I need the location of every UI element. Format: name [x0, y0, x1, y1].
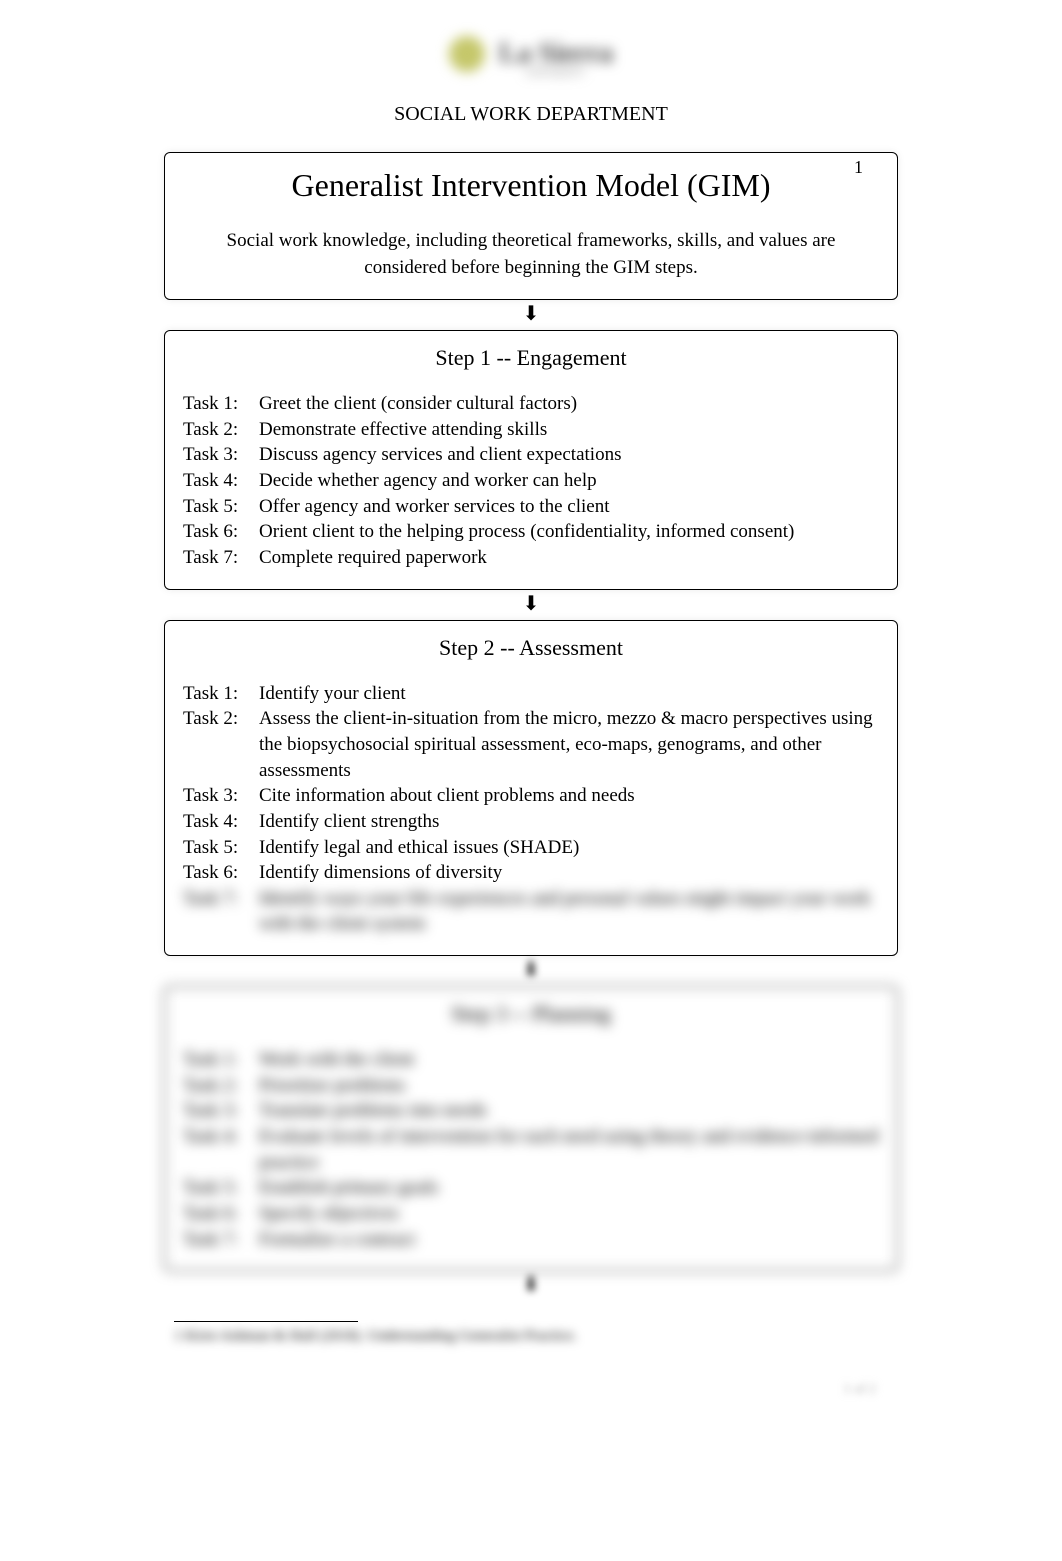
task-text: Identify client strengths: [259, 809, 879, 835]
task-text: Decide whether agency and worker can hel…: [259, 468, 879, 494]
task-label: Task 7:: [183, 886, 259, 937]
task-text: Cite information about client problems a…: [259, 783, 879, 809]
arrow-down-icon: ⬇: [156, 956, 906, 986]
task-row: Task 4:Evaluate levels of intervention f…: [183, 1124, 879, 1175]
task-text: Discuss agency services and client expec…: [259, 442, 879, 468]
task-row: Task 5:Offer agency and worker services …: [183, 494, 879, 520]
step-3-box: Step 3 -- Planning Task 1:Work with the …: [164, 986, 898, 1271]
task-text: Identify ways your life experiences and …: [259, 886, 879, 937]
arrow-down-icon: ⬇: [156, 590, 906, 620]
footnote-separator: [174, 1321, 358, 1322]
task-label: Task 2:: [183, 706, 259, 783]
task-label: Task 7:: [183, 1227, 259, 1253]
task-row: Task 2:Prioritize problems: [183, 1073, 879, 1099]
task-text: Evaluate levels of intervention for each…: [259, 1124, 879, 1175]
task-label: Task 5:: [183, 494, 259, 520]
task-label: Task 4:: [183, 468, 259, 494]
task-label: Task 6:: [183, 1201, 259, 1227]
task-row: Task 3:Cite information about client pro…: [183, 783, 879, 809]
task-label: Task 6:: [183, 860, 259, 886]
department-heading: SOCIAL WORK DEPARTMENT: [0, 103, 1062, 126]
task-text: Establish primary goals: [259, 1175, 879, 1201]
step-1-heading: Step 1 -- Engagement: [183, 345, 879, 371]
task-row: Task 5:Establish primary goals: [183, 1175, 879, 1201]
task-text: Work with the client: [259, 1047, 879, 1073]
step-3-heading: Step 3 -- Planning: [183, 1001, 879, 1027]
task-text: Demonstrate effective attending skills: [259, 417, 879, 443]
task-text: Specify objectives: [259, 1201, 879, 1227]
task-label: Task 1:: [183, 681, 259, 707]
task-row: Task 1:Greet the client (consider cultur…: [183, 391, 879, 417]
task-row: Task 6:Orient client to the helping proc…: [183, 519, 879, 545]
task-label: Task 3:: [183, 442, 259, 468]
task-text: Offer agency and worker services to the …: [259, 494, 879, 520]
task-text: Identify dimensions of diversity: [259, 860, 879, 886]
task-text: Orient client to the helping process (co…: [259, 519, 879, 545]
task-row: Task 1:Work with the client: [183, 1047, 879, 1073]
task-row: Task 2:Demonstrate effective attending s…: [183, 417, 879, 443]
step-2-box: Step 2 -- Assessment Task 1:Identify you…: [164, 620, 898, 956]
task-row: Task 3:Translate problems into needs: [183, 1098, 879, 1124]
task-row: Task 7:Identify ways your life experienc…: [183, 886, 879, 937]
footnote-text: 1 Kirst-Ashman & Hull (2018). Understand…: [0, 1328, 1062, 1345]
step-1-box: Step 1 -- Engagement Task 1:Greet the cl…: [164, 330, 898, 589]
task-label: Task 1:: [183, 391, 259, 417]
document-title: Generalist Intervention Model (GIM): [292, 167, 771, 204]
task-text: Identify your client: [259, 681, 879, 707]
step-2-heading: Step 2 -- Assessment: [183, 635, 879, 661]
task-label: Task 4:: [183, 1124, 259, 1175]
title-box: Generalist Intervention Model (GIM) 1 So…: [164, 152, 898, 300]
task-label: Task 3:: [183, 1098, 259, 1124]
arrow-down-icon: ⬇: [156, 300, 906, 330]
logo: La Sierra UNIVERSITY: [0, 30, 1062, 85]
task-text: Translate problems into needs: [259, 1098, 879, 1124]
task-label: Task 6:: [183, 519, 259, 545]
task-row: Task 4:Identify client strengths: [183, 809, 879, 835]
task-row: Task 6:Specify objectives: [183, 1201, 879, 1227]
task-label: Task 5:: [183, 835, 259, 861]
task-row: Task 2:Assess the client-in-situation fr…: [183, 706, 879, 783]
task-label: Task 2:: [183, 417, 259, 443]
page-number: 1 of 2: [843, 1382, 876, 1398]
task-label: Task 1:: [183, 1047, 259, 1073]
task-label: Task 3:: [183, 783, 259, 809]
task-text: Greet the client (consider cultural fact…: [259, 391, 879, 417]
footnote-marker: 1: [854, 157, 863, 178]
task-row: Task 6:Identify dimensions of diversity: [183, 860, 879, 886]
task-text: Complete required paperwork: [259, 545, 879, 571]
task-row: Task 7:Complete required paperwork: [183, 545, 879, 571]
arrow-down-icon: ⬇: [156, 1271, 906, 1301]
logo-icon: [449, 36, 485, 72]
task-text: Prioritize problems: [259, 1073, 879, 1099]
task-text: Assess the client-in-situation from the …: [259, 706, 879, 783]
task-label: Task 7:: [183, 545, 259, 571]
task-row: Task 4:Decide whether agency and worker …: [183, 468, 879, 494]
task-row: Task 7:Formalize a contract: [183, 1227, 879, 1253]
logo-name: La Sierra: [499, 38, 613, 70]
task-label: Task 5:: [183, 1175, 259, 1201]
task-label: Task 2:: [183, 1073, 259, 1099]
task-text: Formalize a contract: [259, 1227, 879, 1253]
task-row: Task 3:Discuss agency services and clien…: [183, 442, 879, 468]
task-row: Task 1:Identify your client: [183, 681, 879, 707]
task-row: Task 5:Identify legal and ethical issues…: [183, 835, 879, 861]
intro-text: Social work knowledge, including theoret…: [183, 228, 879, 281]
task-label: Task 4:: [183, 809, 259, 835]
task-text: Identify legal and ethical issues (SHADE…: [259, 835, 879, 861]
